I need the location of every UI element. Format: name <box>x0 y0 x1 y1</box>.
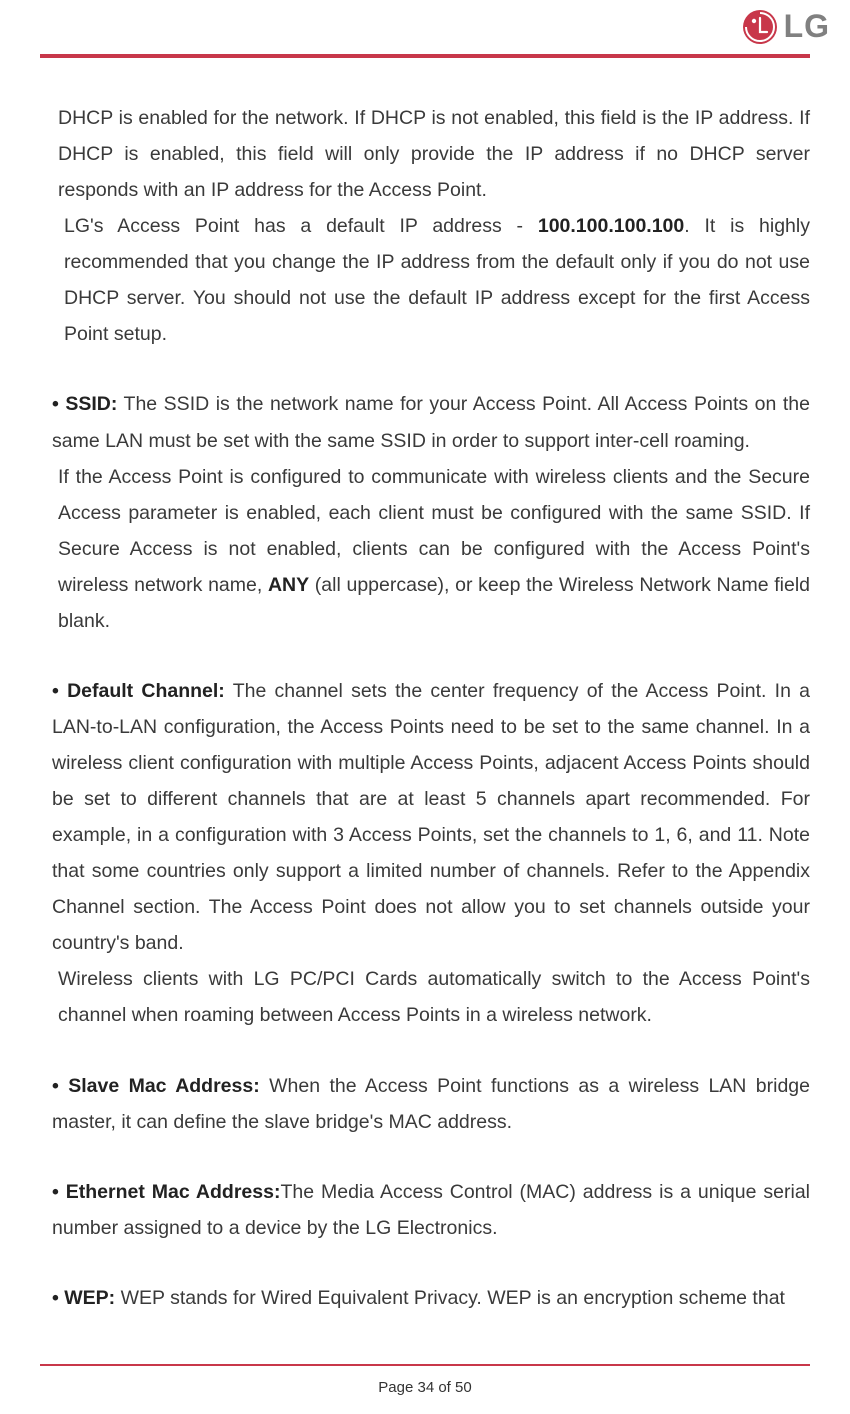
bullet-ethernet-mac: • Ethernet Mac Address:The Media Access … <box>40 1174 810 1246</box>
bullet-ssid: • SSID: The SSID is the network name for… <box>40 386 810 458</box>
bullet-wep: • WEP: WEP stands for Wired Equivalent P… <box>40 1280 810 1316</box>
channel-text-2: Wireless clients with LG PC/PCI Cards au… <box>40 961 810 1033</box>
header-divider <box>40 54 810 58</box>
default-ip-value: 100.100.100.100 <box>538 215 684 237</box>
text-fragment: LG's Access Point has a default IP addre… <box>64 215 538 237</box>
wep-label: WEP: <box>64 1287 115 1309</box>
lg-circle-icon <box>742 9 778 45</box>
bullet-marker: • <box>52 393 65 415</box>
bullet-marker: • <box>52 1181 66 1203</box>
default-channel-label: Default Channel: <box>67 680 225 702</box>
bullet-marker: • <box>52 1075 68 1097</box>
ssid-any-value: ANY <box>268 574 309 596</box>
ssid-text-2: If the Access Point is configured to com… <box>40 459 810 639</box>
wep-text: WEP stands for Wired Equivalent Privacy.… <box>115 1287 785 1309</box>
paragraph-dhcp-1: DHCP is enabled for the network. If DHCP… <box>40 100 810 208</box>
document-body: DHCP is enabled for the network. If DHCP… <box>40 100 810 1344</box>
bullet-marker: • <box>52 1287 64 1309</box>
page-header: LG <box>0 0 850 56</box>
bullet-slave-mac: • Slave Mac Address: When the Access Poi… <box>40 1068 810 1140</box>
ssid-label: SSID: <box>65 393 117 415</box>
footer-divider <box>40 1364 810 1366</box>
brand-logo: LG <box>742 8 830 45</box>
channel-text-1: The channel sets the center frequency of… <box>52 680 810 954</box>
bullet-marker: • <box>52 680 67 702</box>
slave-mac-label: Slave Mac Address: <box>68 1075 259 1097</box>
ethernet-mac-label: Ethernet Mac Address: <box>66 1181 281 1203</box>
bullet-default-channel: • Default Channel: The channel sets the … <box>40 673 810 962</box>
ssid-text-1: The SSID is the network name for your Ac… <box>52 393 810 451</box>
page-number: Page 34 of 50 <box>0 1379 850 1396</box>
brand-name: LG <box>784 8 830 45</box>
paragraph-dhcp-2: LG's Access Point has a default IP addre… <box>40 208 810 352</box>
